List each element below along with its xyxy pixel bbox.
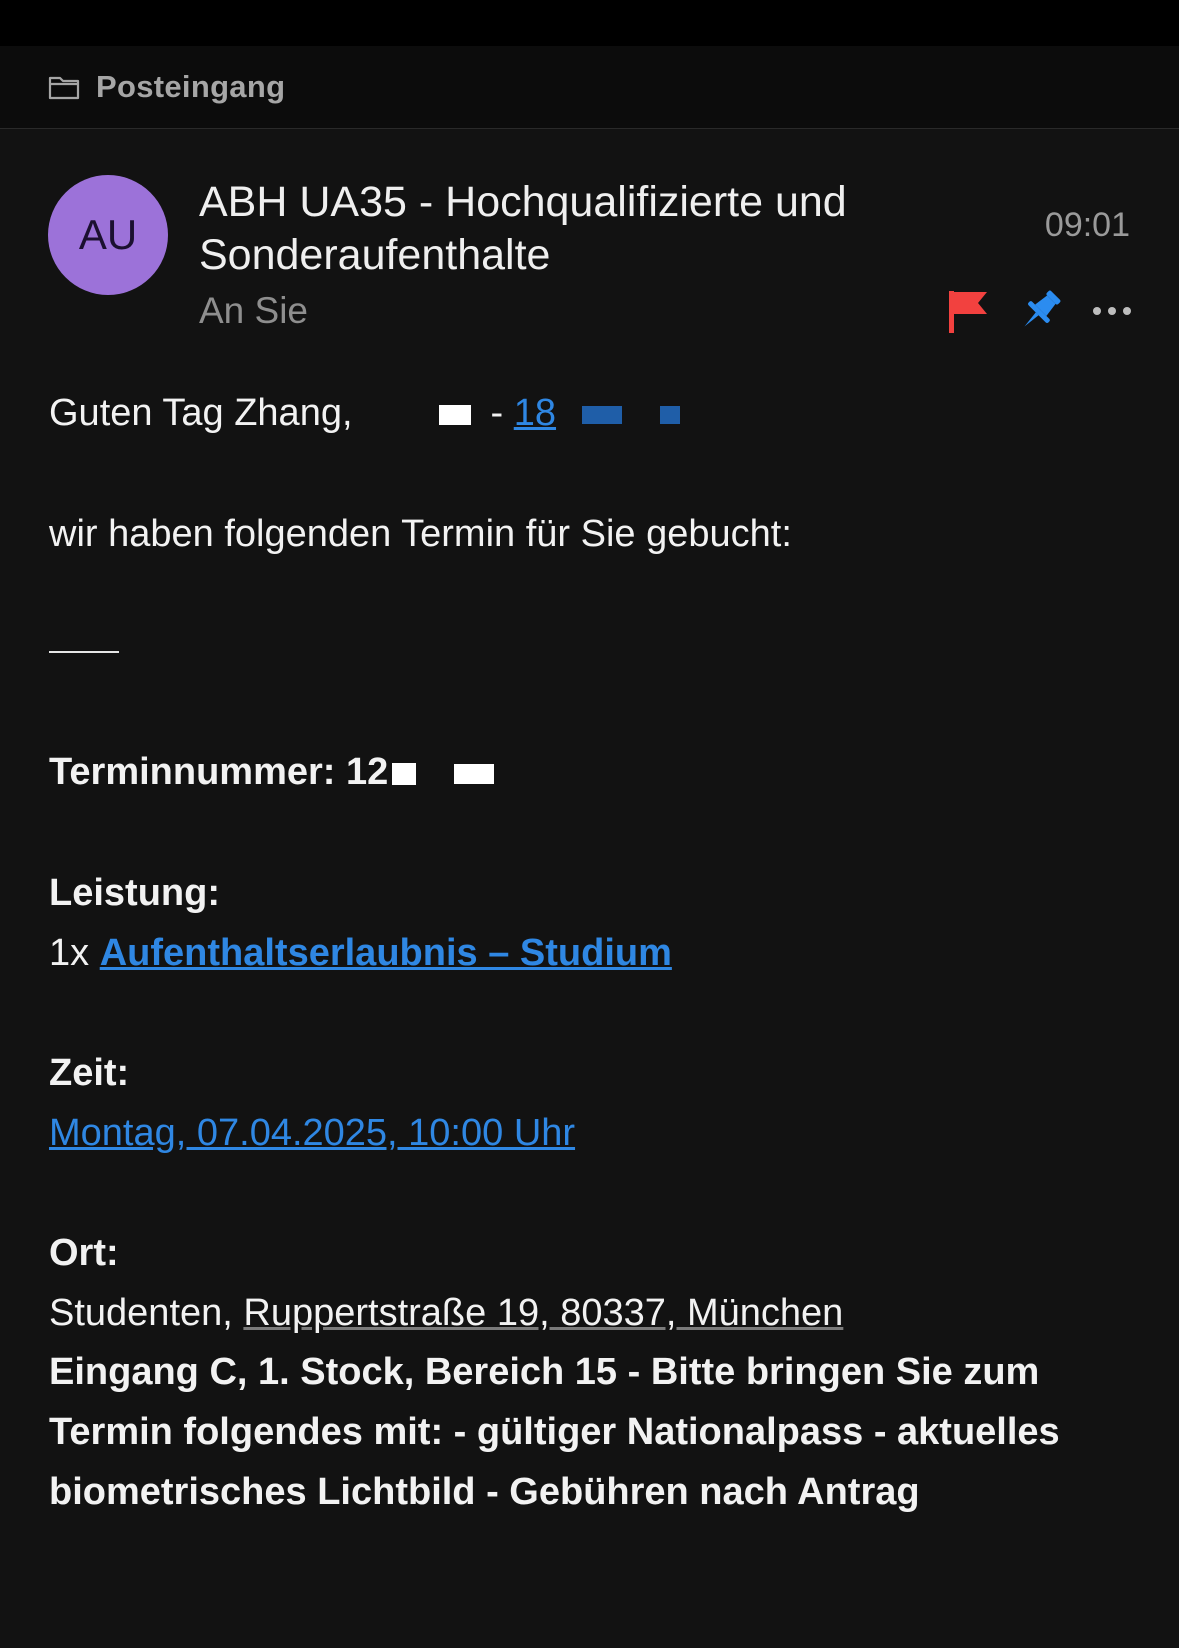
message-time: 09:01 (1044, 206, 1130, 244)
sender-name[interactable]: ABH UA35 - Hochqualifizierte und Sondera… (199, 176, 929, 282)
back-to-inbox[interactable]: Posteingang (48, 69, 285, 105)
address-link[interactable]: Ruppertstraße 19, 80337, München (243, 1292, 843, 1334)
redacted-block (660, 405, 681, 424)
greeting-line: Guten Tag Zhang, - 18 (49, 383, 1139, 443)
greeting-text: Guten Tag Zhang, (49, 392, 353, 434)
time-label: Zeit: (49, 1052, 130, 1094)
status-bar (0, 0, 1179, 46)
instructions-text: Eingang C, 1. Stock, Bereich 15 - Bitte … (49, 1351, 1060, 1513)
place-line: Studenten, Ruppertstraße 19, 80337, Münc… (49, 1283, 1139, 1343)
appointment-time-link[interactable]: Montag, 07.04.2025, 10:00 Uhr (49, 1112, 575, 1154)
appointment-time-line: Montag, 07.04.2025, 10:00 Uhr (49, 1103, 1139, 1163)
service-line: 1x Aufenthaltserlaubnis – Studium (49, 923, 1139, 983)
booking-number-line: Terminnummer: 12 (49, 742, 1139, 802)
place-label: Ort: (49, 1232, 119, 1274)
message-actions (945, 286, 1133, 336)
service-link[interactable]: Aufenthaltserlaubnis – Studium (100, 932, 672, 974)
folder-label: Posteingang (96, 69, 286, 104)
greeting-dash: - (490, 392, 504, 434)
avatar-initials: AU (78, 211, 138, 258)
recipient-label[interactable]: An Sie (199, 290, 308, 332)
service-label: Leistung: (49, 872, 220, 914)
reference-link[interactable]: 18 (514, 392, 556, 434)
booking-label: Terminnummer: (49, 751, 336, 793)
more-icon[interactable] (1091, 304, 1133, 318)
redacted-block (454, 763, 495, 784)
navigation-bar: Posteingang (0, 46, 1179, 129)
redacted-block (392, 762, 417, 785)
pin-icon[interactable] (1015, 286, 1065, 336)
folder-icon (48, 76, 80, 100)
redacted-block (582, 405, 623, 424)
redacted-block (438, 404, 471, 425)
flag-icon[interactable] (945, 287, 991, 335)
separator-line (49, 651, 119, 653)
service-quantity: 1x (49, 932, 90, 974)
place-name: Studenten, (49, 1292, 233, 1334)
avatar[interactable]: AU (48, 175, 168, 295)
booking-number: 12 (346, 751, 389, 793)
intro-text: wir haben folgenden Termin für Sie gebuc… (49, 513, 792, 555)
